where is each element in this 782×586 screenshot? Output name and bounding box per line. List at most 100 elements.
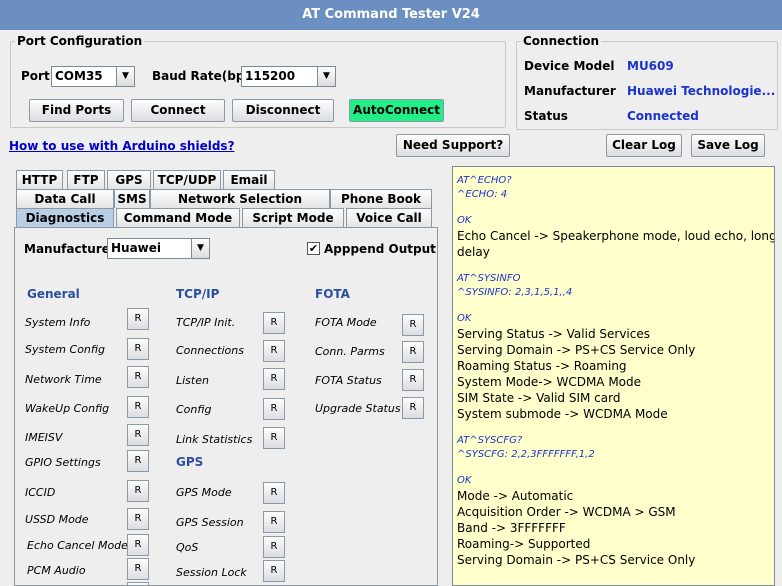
log-spacer [457,422,770,434]
clear-log-button[interactable]: Clear Log [606,134,682,157]
run-button[interactable]: R [263,536,285,558]
run-button[interactable]: R [127,534,149,556]
tab-diagnostics[interactable]: Diagnostics [16,208,114,227]
log-command-line: ^SYSINFO: 2,3,1,5,1,,4 [457,287,573,298]
general-item: USSD Mode [25,513,89,526]
tab-gps[interactable]: GPS [107,170,151,189]
run-button[interactable]: R [402,341,424,363]
general-item: PCM Audio [27,564,86,577]
connect-button[interactable]: Connect [131,99,225,122]
run-button[interactable]: R [127,424,149,446]
tab-email[interactable]: Email [223,170,275,189]
log-text-line: Roaming-> Supported [457,537,591,551]
log-spacer [457,202,770,214]
log-command-line: AT^SYSINFO [457,273,521,284]
run-button[interactable]: R [402,369,424,391]
log-text-line: Serving Domain -> PS+CS Service Only [457,553,696,567]
connection-legend: Connection [523,34,600,48]
port-select-value: COM35 [55,69,103,83]
run-button[interactable]: R [263,340,285,362]
run-button[interactable]: R [263,398,285,420]
tab-voice-call[interactable]: Voice Call [346,208,432,227]
gps-item: GPS Session [176,516,244,529]
window-title: AT Command Tester V24 [0,0,782,30]
tcpip-item: Link Statistics [176,433,253,446]
tab-command-mode[interactable]: Command Mode [116,208,240,227]
autoconnect-button[interactable]: AutoConnect [349,99,444,122]
log-spacer [457,300,770,312]
fota-item: Upgrade Status [315,402,401,415]
run-button[interactable]: R [402,397,424,419]
find-ports-button[interactable]: Find Ports [29,99,124,122]
tab-script-mode[interactable]: Script Mode [242,208,344,227]
general-item: System Info [25,316,91,329]
port-label: Port [21,69,50,83]
run-button[interactable]: R [127,308,149,330]
tab-phone-book[interactable]: Phone Book [330,189,432,208]
run-button[interactable]: R [127,338,149,360]
run-button[interactable]: R [263,427,285,449]
log-output[interactable]: AT^ECHO? ^ECHO: 4 OK Echo Cancel -> Speaker… [452,166,775,586]
log-text-line: Echo Cancel -> Speakerphone mode, loud e… [457,229,775,243]
tab-tcpudp[interactable]: TCP/UDP [153,170,221,189]
port-select[interactable]: COM35 ▼ [51,66,135,87]
status-value: Connected [627,109,699,123]
log-text-line: Acquisition Order -> WCDMA > GSM [457,505,676,519]
run-button[interactable]: R [127,396,149,418]
port-config-legend: Port Configuration [17,34,143,48]
log-command-line: AT^ECHO? [457,175,512,186]
chevron-down-icon: ▼ [116,67,134,86]
run-button[interactable]: R [127,366,149,388]
log-text-line: delay [457,245,490,259]
log-command-line: ^SYSCFG: 2,2,3FFFFFFF,1,2 [457,449,595,460]
log-text-line: Mode -> Automatic [457,489,574,503]
chevron-down-icon: ▼ [317,67,335,86]
diag-manufacturer-select[interactable]: Huawei ▼ [107,238,210,259]
general-item: GPIO Settings [25,456,101,469]
run-button[interactable]: R [263,511,285,533]
baud-select[interactable]: 115200 ▼ [241,66,336,87]
run-button[interactable]: R [263,312,285,334]
disconnect-button[interactable]: Disconnect [232,99,334,122]
log-command-line: ^ECHO: 4 [457,189,508,200]
gps-item: GPS Mode [176,486,232,499]
log-command-line: OK [457,313,472,324]
log-spacer [457,462,770,474]
append-output-checkbox[interactable]: ✔ [307,242,320,255]
tcpip-item: Config [176,403,212,416]
save-log-button[interactable]: Save Log [691,134,765,157]
tab-http[interactable]: HTTP [16,170,63,189]
general-item: ICCID [25,486,56,499]
section-tcpip: TCP/IP [176,287,220,301]
tab-network-selection[interactable]: Network Selection [150,189,330,208]
run-button[interactable]: R [263,368,285,390]
device-model-label: Device Model [524,59,615,73]
run-button[interactable]: R [127,508,149,530]
need-support-button[interactable]: Need Support? [396,134,510,157]
log-command-line: AT^SYSCFG? [457,435,523,446]
log-text-line: System Mode-> WCDMA Mode [457,375,642,389]
run-button[interactable]: R [263,560,285,582]
log-text-line: Roaming Status -> Roaming [457,359,627,373]
arduino-shields-link[interactable]: How to use with Arduino shields? [9,139,235,153]
device-model-value: MU609 [627,59,674,73]
run-button[interactable]: R [263,482,285,504]
section-gps: GPS [176,455,204,469]
log-command-line: OK [457,215,472,226]
general-item: Echo Cancel Mode [27,539,128,552]
tab-ftp[interactable]: FTP [67,170,105,189]
run-button[interactable]: R [127,582,149,585]
chevron-down-icon: ▼ [191,239,209,258]
run-button[interactable]: R [127,558,149,580]
log-text-line: Serving Domain -> PS+CS Service Only [457,343,696,357]
tab-data-call[interactable]: Data Call [16,189,114,208]
append-output-label: Apppend Output [324,242,436,256]
log-command-line: OK [457,475,472,486]
run-button[interactable]: R [127,450,149,472]
run-button[interactable]: R [402,314,424,336]
tcpip-item: Connections [176,344,244,357]
section-general: General [27,287,80,301]
run-button[interactable]: R [127,480,149,502]
tab-sms[interactable]: SMS [114,189,150,208]
tcpip-item: TCP/IP Init. [176,316,236,329]
